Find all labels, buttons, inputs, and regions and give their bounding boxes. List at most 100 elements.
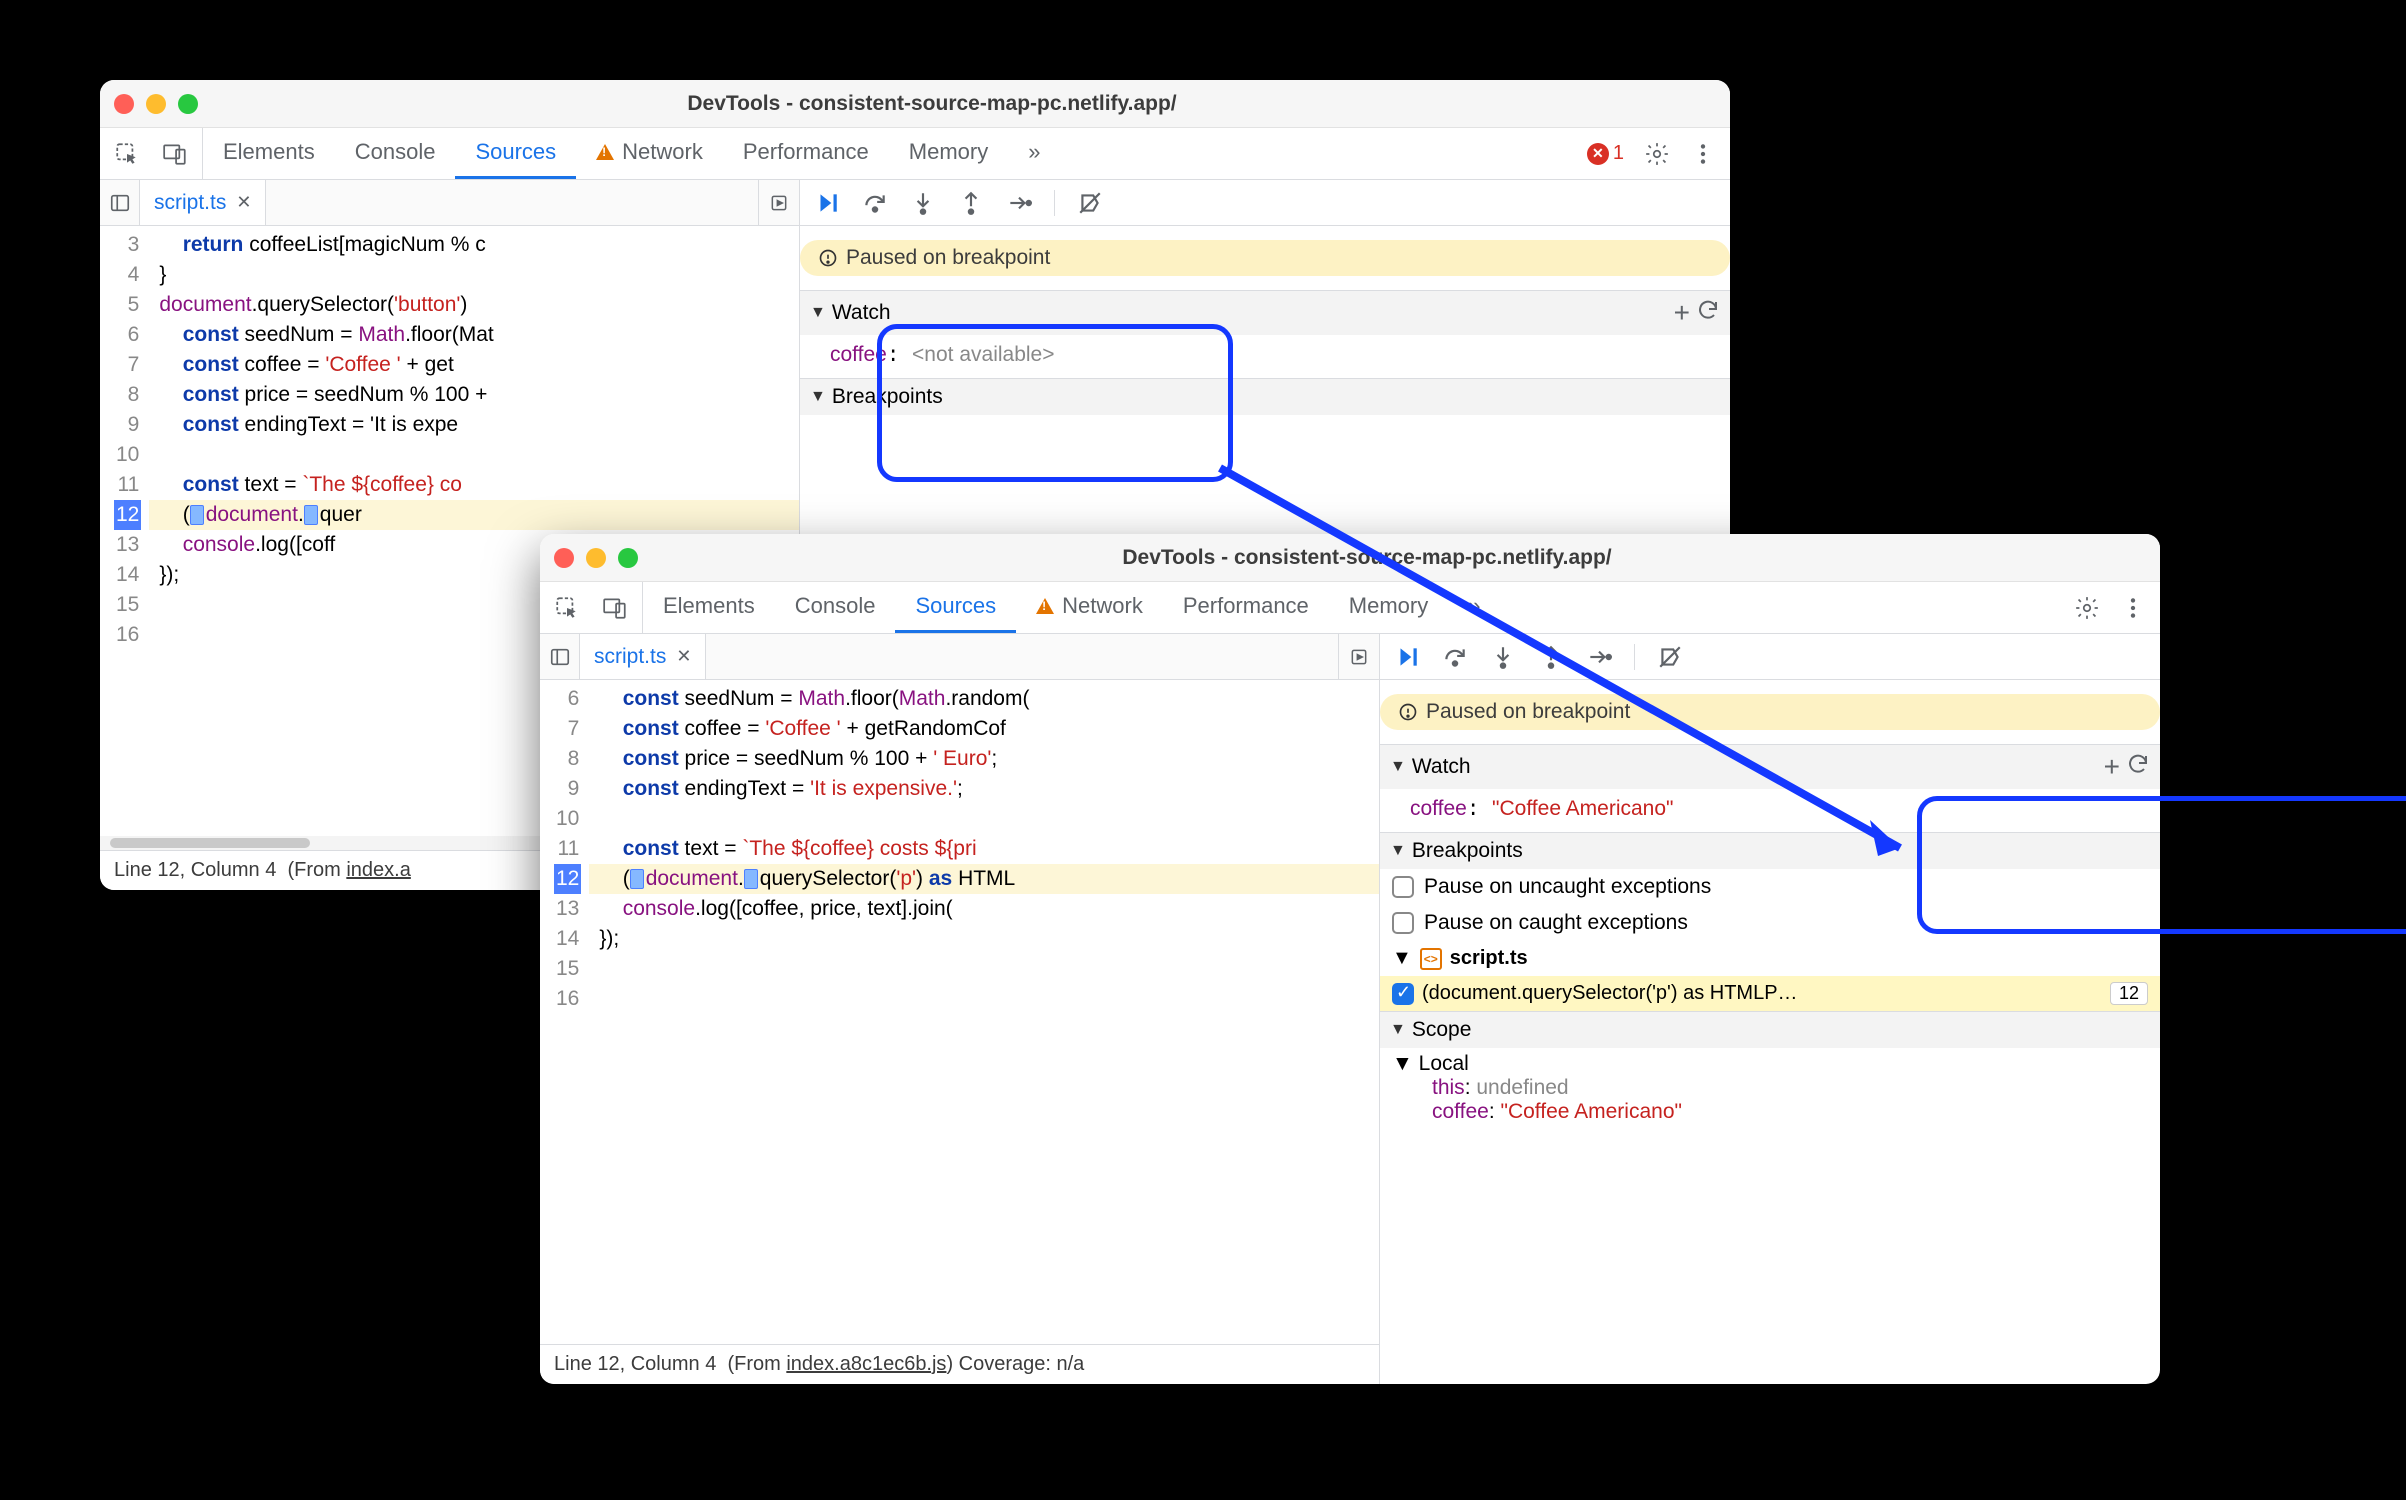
traffic-close[interactable] (554, 548, 574, 568)
code-line[interactable]: (document.querySelector('p') as HTML (589, 864, 1379, 894)
file-icon: <> (1420, 948, 1442, 970)
resume-icon[interactable] (1394, 644, 1420, 670)
step-into-icon[interactable] (1490, 644, 1516, 670)
tab-performance[interactable]: Performance (1163, 582, 1329, 633)
inspect-icon[interactable] (554, 595, 580, 621)
traffic-max[interactable] (178, 94, 198, 114)
device-icon[interactable] (162, 141, 188, 167)
snippets-icon[interactable] (1338, 634, 1379, 679)
breakpoint-text: (document.querySelector('p') as HTMLP… (1422, 982, 1798, 1005)
refresh-icon[interactable] (2126, 752, 2150, 782)
scope-var-this: this: undefined (1392, 1076, 2148, 1100)
code-line[interactable]: const price = seedNum % 100 + (149, 380, 799, 410)
settings-icon[interactable] (2074, 595, 2100, 621)
tab-network[interactable]: Network (576, 128, 723, 179)
settings-icon[interactable] (1644, 141, 1670, 167)
tabs-overflow[interactable]: » (1008, 128, 1060, 179)
code-line[interactable]: const endingText = 'It is expensive.'; (589, 774, 1379, 804)
navigator-toggle-icon[interactable] (540, 634, 580, 679)
step-icon[interactable] (1586, 644, 1612, 670)
step-into-icon[interactable] (910, 190, 936, 216)
tab-sources[interactable]: Sources (455, 128, 576, 179)
tab-label: Elements (663, 593, 755, 619)
devtools-toolbar: Elements Console Sources Network Perform… (540, 582, 2160, 634)
breakpoint-item[interactable]: (document.querySelector('p') as HTMLP…12 (1380, 976, 2160, 1011)
code-line[interactable]: }); (589, 924, 1379, 954)
add-watch-icon[interactable] (1674, 297, 1690, 329)
tab-memory[interactable]: Memory (1329, 582, 1448, 633)
device-icon[interactable] (602, 595, 628, 621)
tab-elements[interactable]: Elements (203, 128, 335, 179)
code-line[interactable]: } (149, 260, 799, 290)
code-line[interactable]: const seedNum = Math.floor(Math.random( (589, 684, 1379, 714)
warning-icon (1036, 598, 1054, 614)
chevron-down-icon: ▼ (1392, 1052, 1413, 1075)
refresh-icon[interactable] (1696, 298, 1720, 328)
tab-network[interactable]: Network (1016, 582, 1163, 633)
watch-key: coffee (1410, 797, 1467, 820)
code-line[interactable] (589, 954, 1379, 984)
tabs-overflow[interactable]: » (1448, 582, 1500, 633)
traffic-max[interactable] (618, 548, 638, 568)
scope-local[interactable]: ▼ Local (1392, 1052, 2148, 1076)
code-editor[interactable]: 678910111213141516 const seedNum = Math.… (540, 680, 1379, 1344)
more-icon[interactable] (2120, 595, 2146, 621)
traffic-close[interactable] (114, 94, 134, 114)
tab-memory[interactable]: Memory (889, 128, 1008, 179)
deactivate-bp-icon[interactable] (1657, 644, 1683, 670)
code-line[interactable]: const price = seedNum % 100 + ' Euro'; (589, 744, 1379, 774)
tab-elements[interactable]: Elements (643, 582, 775, 633)
tab-sources[interactable]: Sources (895, 582, 1016, 633)
step-out-icon[interactable] (1538, 644, 1564, 670)
code-line[interactable]: const coffee = 'Coffee ' + getRandomCof (589, 714, 1379, 744)
pause-caught-checkbox[interactable]: Pause on caught exceptions (1380, 905, 2160, 941)
code-line[interactable] (589, 804, 1379, 834)
tab-label: Network (1062, 593, 1143, 619)
tab-label: Elements (223, 139, 315, 165)
close-icon[interactable]: ✕ (236, 192, 251, 213)
code-line[interactable]: const coffee = 'Coffee ' + get (149, 350, 799, 380)
breakpoints-header[interactable]: ▼Breakpoints (1380, 833, 2160, 869)
pause-uncaught-checkbox[interactable]: Pause on uncaught exceptions (1380, 869, 2160, 905)
tab-console[interactable]: Console (775, 582, 896, 633)
traffic-min[interactable] (586, 548, 606, 568)
tab-performance[interactable]: Performance (723, 128, 889, 179)
file-tab[interactable]: script.ts✕ (140, 180, 266, 225)
code-line[interactable] (589, 984, 1379, 1014)
watch-header[interactable]: ▼Watch (800, 291, 1730, 335)
code-line[interactable]: const endingText = 'It is expe (149, 410, 799, 440)
step-icon[interactable] (1006, 190, 1032, 216)
close-icon[interactable]: ✕ (676, 646, 691, 667)
code-line[interactable]: const text = `The ${coffee} co (149, 470, 799, 500)
status-link[interactable]: index.a8c1ec6b.js (786, 1353, 946, 1375)
tab-console[interactable]: Console (335, 128, 456, 179)
chevron-down-icon: ▼ (810, 304, 826, 322)
inspect-icon[interactable] (114, 141, 140, 167)
breakpoints-header[interactable]: ▼Breakpoints (800, 379, 1730, 415)
scope-header[interactable]: ▼Scope (1380, 1012, 2160, 1048)
warning-icon (596, 144, 614, 160)
window-titlebar: DevTools - consistent-source-map-pc.netl… (540, 534, 2160, 582)
step-over-icon[interactable] (862, 190, 888, 216)
code-line[interactable]: document.querySelector('button') (149, 290, 799, 320)
breakpoint-file[interactable]: ▼<>script.ts (1380, 941, 2160, 976)
code-line[interactable]: (document.quer (149, 500, 799, 530)
snippets-icon[interactable] (758, 180, 799, 225)
watch-header[interactable]: ▼Watch (1380, 745, 2160, 789)
code-line[interactable]: const seedNum = Math.floor(Mat (149, 320, 799, 350)
code-line[interactable] (149, 440, 799, 470)
resume-icon[interactable] (814, 190, 840, 216)
file-tab[interactable]: script.ts✕ (580, 634, 706, 679)
traffic-min[interactable] (146, 94, 166, 114)
navigator-toggle-icon[interactable] (100, 180, 140, 225)
step-out-icon[interactable] (958, 190, 984, 216)
more-icon[interactable] (1690, 141, 1716, 167)
error-counter[interactable]: ✕1 (1587, 142, 1624, 165)
code-line[interactable]: console.log([coffee, price, text].join( (589, 894, 1379, 924)
tab-label: Network (622, 139, 703, 165)
code-line[interactable]: return coffeeList[magicNum % c (149, 230, 799, 260)
add-watch-icon[interactable] (2104, 751, 2120, 783)
deactivate-bp-icon[interactable] (1077, 190, 1103, 216)
code-line[interactable]: const text = `The ${coffee} costs ${pri (589, 834, 1379, 864)
step-over-icon[interactable] (1442, 644, 1468, 670)
